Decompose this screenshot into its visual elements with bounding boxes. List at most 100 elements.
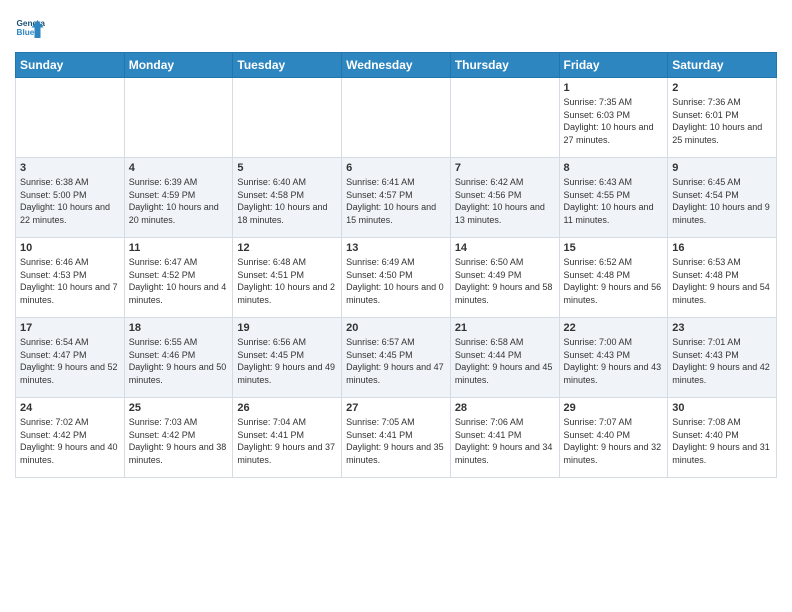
calendar-header: SundayMondayTuesdayWednesdayThursdayFrid…: [16, 53, 777, 78]
calendar-cell: 12 Sunrise: 6:48 AM Sunset: 4:51 PM Dayli…: [233, 238, 342, 318]
calendar-cell: 17 Sunrise: 6:54 AM Sunset: 4:47 PM Dayli…: [16, 318, 125, 398]
day-number: 14: [455, 242, 555, 254]
day-info: Sunrise: 7:07 AM Sunset: 4:40 PM Dayligh…: [564, 416, 664, 466]
day-info: Sunrise: 6:54 AM Sunset: 4:47 PM Dayligh…: [20, 336, 120, 386]
calendar-cell: 6 Sunrise: 6:41 AM Sunset: 4:57 PM Daylig…: [342, 158, 451, 238]
calendar-week-4: 17 Sunrise: 6:54 AM Sunset: 4:47 PM Dayli…: [16, 318, 777, 398]
day-number: 4: [129, 162, 229, 174]
calendar-cell: 9Sunrise: 6:45 AM Sunset: 4:54 PM Daylig…: [668, 158, 777, 238]
weekday-header-thursday: Thursday: [450, 53, 559, 78]
calendar-cell: 15Sunrise: 6:52 AM Sunset: 4:48 PM Dayli…: [559, 238, 668, 318]
day-number: 2: [672, 82, 772, 94]
day-number: 12: [237, 242, 337, 254]
day-info: Sunrise: 7:08 AM Sunset: 4:40 PM Dayligh…: [672, 416, 772, 466]
calendar-cell: 4 Sunrise: 6:39 AM Sunset: 4:59 PM Daylig…: [124, 158, 233, 238]
calendar-cell: [342, 78, 451, 158]
weekday-header-tuesday: Tuesday: [233, 53, 342, 78]
day-number: 5: [237, 162, 337, 174]
day-info: Sunrise: 6:39 AM Sunset: 4:59 PM Dayligh…: [129, 176, 229, 226]
calendar-week-1: 1Sunrise: 7:35 AM Sunset: 6:03 PM Daylig…: [16, 78, 777, 158]
weekday-header-sunday: Sunday: [16, 53, 125, 78]
day-info: Sunrise: 6:49 AM Sunset: 4:50 PM Dayligh…: [346, 256, 446, 306]
day-number: 27: [346, 402, 446, 414]
day-number: 20: [346, 322, 446, 334]
day-number: 10: [20, 242, 120, 254]
calendar-cell: 1Sunrise: 7:35 AM Sunset: 6:03 PM Daylig…: [559, 78, 668, 158]
day-number: 19: [237, 322, 337, 334]
weekday-header-monday: Monday: [124, 53, 233, 78]
day-number: 28: [455, 402, 555, 414]
calendar-cell: 28 Sunrise: 7:06 AM Sunset: 4:41 PM Dayli…: [450, 398, 559, 478]
calendar-cell: 5 Sunrise: 6:40 AM Sunset: 4:58 PM Daylig…: [233, 158, 342, 238]
day-info: Sunrise: 6:40 AM Sunset: 4:58 PM Dayligh…: [237, 176, 337, 226]
calendar-cell: 3 Sunrise: 6:38 AM Sunset: 5:00 PM Daylig…: [16, 158, 125, 238]
calendar-cell: 14Sunrise: 6:50 AM Sunset: 4:49 PM Dayli…: [450, 238, 559, 318]
calendar-cell: 19 Sunrise: 6:56 AM Sunset: 4:45 PM Dayli…: [233, 318, 342, 398]
calendar-cell: [450, 78, 559, 158]
calendar-cell: 20 Sunrise: 6:57 AM Sunset: 4:45 PM Dayli…: [342, 318, 451, 398]
day-number: 9: [672, 162, 772, 174]
svg-text:Blue: Blue: [17, 28, 35, 37]
day-number: 21: [455, 322, 555, 334]
calendar-cell: 18 Sunrise: 6:55 AM Sunset: 4:46 PM Dayli…: [124, 318, 233, 398]
calendar-cell: 27 Sunrise: 7:05 AM Sunset: 4:41 PM Dayli…: [342, 398, 451, 478]
calendar-cell: 8 Sunrise: 6:43 AM Sunset: 4:55 PM Daylig…: [559, 158, 668, 238]
day-info: Sunrise: 6:58 AM Sunset: 4:44 PM Dayligh…: [455, 336, 555, 386]
day-info: Sunrise: 6:41 AM Sunset: 4:57 PM Dayligh…: [346, 176, 446, 226]
day-info: Sunrise: 7:01 AM Sunset: 4:43 PM Dayligh…: [672, 336, 772, 386]
day-info: Sunrise: 6:53 AM Sunset: 4:48 PM Dayligh…: [672, 256, 772, 306]
header: General Blue: [15, 10, 777, 44]
calendar-cell: 16 Sunrise: 6:53 AM Sunset: 4:48 PM Dayli…: [668, 238, 777, 318]
calendar-cell: 30 Sunrise: 7:08 AM Sunset: 4:40 PM Dayli…: [668, 398, 777, 478]
calendar-week-5: 24 Sunrise: 7:02 AM Sunset: 4:42 PM Dayli…: [16, 398, 777, 478]
day-number: 11: [129, 242, 229, 254]
calendar-cell: [233, 78, 342, 158]
day-info: Sunrise: 7:04 AM Sunset: 4:41 PM Dayligh…: [237, 416, 337, 466]
calendar-cell: 22 Sunrise: 7:00 AM Sunset: 4:43 PM Dayli…: [559, 318, 668, 398]
weekday-row: SundayMondayTuesdayWednesdayThursdayFrid…: [16, 53, 777, 78]
day-number: 18: [129, 322, 229, 334]
calendar-week-2: 3 Sunrise: 6:38 AM Sunset: 5:00 PM Daylig…: [16, 158, 777, 238]
day-number: 22: [564, 322, 664, 334]
day-info: Sunrise: 6:42 AM Sunset: 4:56 PM Dayligh…: [455, 176, 555, 226]
day-info: Sunrise: 7:05 AM Sunset: 4:41 PM Dayligh…: [346, 416, 446, 466]
calendar-cell: 25Sunrise: 7:03 AM Sunset: 4:42 PM Dayli…: [124, 398, 233, 478]
day-number: 3: [20, 162, 120, 174]
day-info: Sunrise: 7:06 AM Sunset: 4:41 PM Dayligh…: [455, 416, 555, 466]
day-number: 24: [20, 402, 120, 414]
day-info: Sunrise: 6:55 AM Sunset: 4:46 PM Dayligh…: [129, 336, 229, 386]
day-info: Sunrise: 6:56 AM Sunset: 4:45 PM Dayligh…: [237, 336, 337, 386]
day-number: 26: [237, 402, 337, 414]
day-number: 8: [564, 162, 664, 174]
day-info: Sunrise: 6:38 AM Sunset: 5:00 PM Dayligh…: [20, 176, 120, 226]
day-info: Sunrise: 6:46 AM Sunset: 4:53 PM Dayligh…: [20, 256, 120, 306]
logo-icon: General Blue: [15, 14, 45, 44]
day-info: Sunrise: 7:00 AM Sunset: 4:43 PM Dayligh…: [564, 336, 664, 386]
day-number: 16: [672, 242, 772, 254]
calendar-cell: 13Sunrise: 6:49 AM Sunset: 4:50 PM Dayli…: [342, 238, 451, 318]
day-info: Sunrise: 6:47 AM Sunset: 4:52 PM Dayligh…: [129, 256, 229, 306]
calendar-cell: 24 Sunrise: 7:02 AM Sunset: 4:42 PM Dayli…: [16, 398, 125, 478]
calendar-cell: 11 Sunrise: 6:47 AM Sunset: 4:52 PM Dayli…: [124, 238, 233, 318]
calendar-cell: 26 Sunrise: 7:04 AM Sunset: 4:41 PM Dayli…: [233, 398, 342, 478]
day-number: 17: [20, 322, 120, 334]
day-number: 1: [564, 82, 664, 94]
calendar-body: 1Sunrise: 7:35 AM Sunset: 6:03 PM Daylig…: [16, 78, 777, 478]
calendar-cell: [16, 78, 125, 158]
day-info: Sunrise: 6:48 AM Sunset: 4:51 PM Dayligh…: [237, 256, 337, 306]
day-number: 7: [455, 162, 555, 174]
day-number: 30: [672, 402, 772, 414]
calendar-cell: 10 Sunrise: 6:46 AM Sunset: 4:53 PM Dayli…: [16, 238, 125, 318]
day-info: Sunrise: 6:43 AM Sunset: 4:55 PM Dayligh…: [564, 176, 664, 226]
weekday-header-wednesday: Wednesday: [342, 53, 451, 78]
calendar-week-3: 10 Sunrise: 6:46 AM Sunset: 4:53 PM Dayli…: [16, 238, 777, 318]
weekday-header-saturday: Saturday: [668, 53, 777, 78]
day-number: 6: [346, 162, 446, 174]
day-number: 25: [129, 402, 229, 414]
day-info: Sunrise: 7:02 AM Sunset: 4:42 PM Dayligh…: [20, 416, 120, 466]
day-number: 15: [564, 242, 664, 254]
calendar-cell: 23 Sunrise: 7:01 AM Sunset: 4:43 PM Dayli…: [668, 318, 777, 398]
day-number: 23: [672, 322, 772, 334]
day-info: Sunrise: 7:36 AM Sunset: 6:01 PM Dayligh…: [672, 96, 772, 146]
day-info: Sunrise: 6:57 AM Sunset: 4:45 PM Dayligh…: [346, 336, 446, 386]
